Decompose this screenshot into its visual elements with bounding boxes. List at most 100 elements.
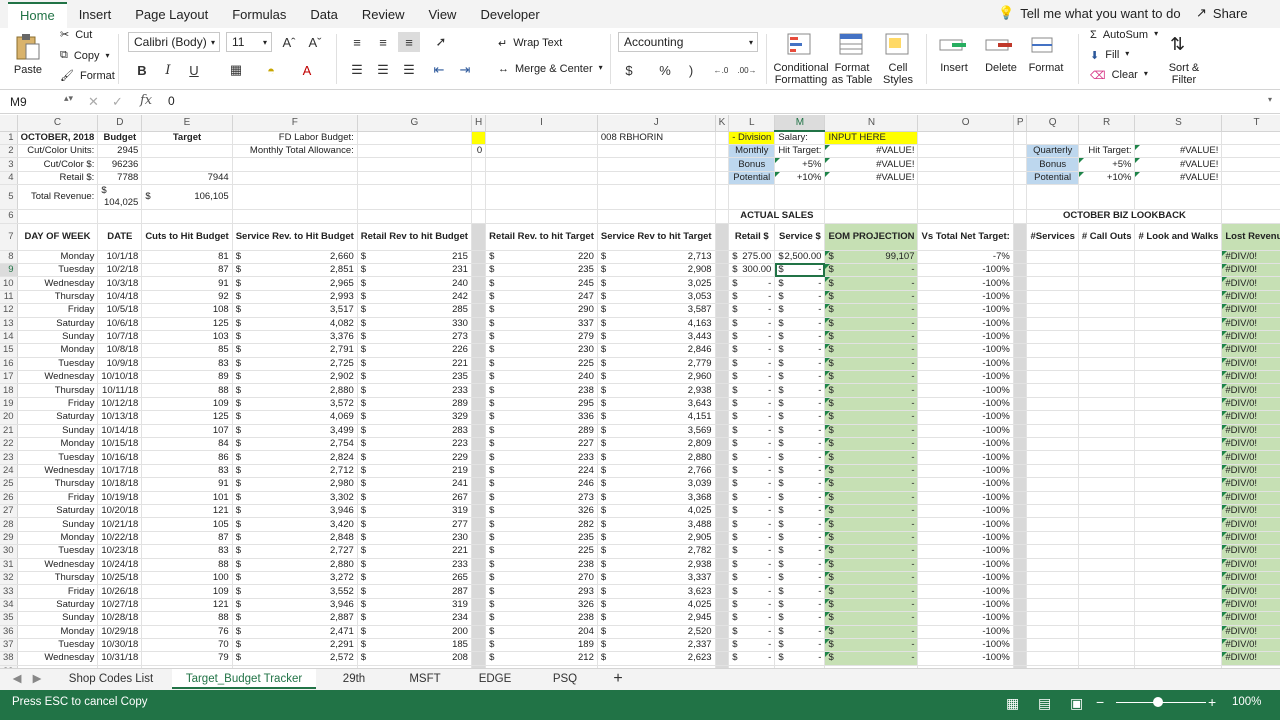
- vs-target-cell[interactable]: -100%: [917, 531, 1014, 546]
- align-top-icon[interactable]: ≡: [346, 32, 368, 52]
- quarterly-bonus-pct[interactable]: +5%: [1078, 157, 1136, 172]
- cuts-cell[interactable]: 83: [141, 544, 233, 559]
- row-header[interactable]: 6: [0, 209, 18, 224]
- tell-me-search[interactable]: 💡 Tell me what you want to do: [998, 5, 1181, 21]
- lost-revenue-cell[interactable]: #DIV/0!: [1221, 303, 1280, 318]
- cell[interactable]: [1078, 263, 1136, 278]
- vs-target-cell[interactable]: -100%: [917, 477, 1014, 492]
- cuts-cell[interactable]: 108: [141, 303, 233, 318]
- retail-budget-cell[interactable]: $229: [357, 450, 472, 465]
- cell[interactable]: [1013, 410, 1028, 425]
- day-cell[interactable]: Wednesday: [17, 558, 99, 572]
- row-header[interactable]: 17: [0, 370, 18, 385]
- row-header[interactable]: 23: [0, 450, 18, 465]
- vs-target-cell[interactable]: -100%: [917, 343, 1014, 358]
- retail-actual-cell[interactable]: $ -: [728, 558, 776, 572]
- retail-target-cell[interactable]: $326: [485, 598, 598, 613]
- day-cell[interactable]: Sunday: [17, 611, 99, 626]
- service-actual-cell[interactable]: $ -: [774, 611, 826, 626]
- cuts-cell[interactable]: 100: [141, 571, 233, 586]
- cell[interactable]: [141, 209, 233, 224]
- retail-actual-cell[interactable]: $ -: [728, 625, 776, 639]
- actual-sales-title[interactable]: ACTUAL SALES: [728, 209, 826, 224]
- fd-labor-budget-label[interactable]: FD Labor Budget:: [232, 131, 358, 145]
- salary-label[interactable]: Salary:: [774, 131, 826, 145]
- cell[interactable]: [471, 517, 487, 532]
- total-revenue-budget[interactable]: $104,025: [97, 184, 143, 211]
- day-cell[interactable]: Wednesday: [17, 370, 99, 385]
- zoom-percentage[interactable]: 100%: [1232, 696, 1261, 708]
- eom-projection-cell[interactable]: $ -: [824, 504, 919, 519]
- cell[interactable]: [141, 144, 233, 159]
- cell[interactable]: [1026, 370, 1079, 385]
- eom-projection-cell[interactable]: $ -: [824, 397, 919, 412]
- service-target-cell[interactable]: $4,151: [597, 410, 716, 425]
- cell[interactable]: [357, 157, 472, 172]
- retail-budget-cell[interactable]: $319: [357, 598, 472, 613]
- retail-actual-cell[interactable]: $ -: [728, 531, 776, 546]
- cell[interactable]: [357, 131, 472, 145]
- cell[interactable]: [1013, 330, 1028, 345]
- col-header-selected[interactable]: M: [774, 115, 826, 132]
- cell[interactable]: [1026, 317, 1079, 331]
- date-cell[interactable]: 10/2/18: [97, 263, 143, 278]
- quarterly-potential-value[interactable]: #VALUE!: [1134, 171, 1223, 186]
- lost-revenue-cell[interactable]: #DIV/0!: [1221, 571, 1280, 586]
- cell[interactable]: [471, 209, 487, 224]
- bonus-pct[interactable]: +5%: [774, 157, 826, 172]
- cell[interactable]: [917, 171, 1014, 186]
- cut-color-units-label[interactable]: Cut/Color Units:: [17, 144, 99, 159]
- cell[interactable]: [1013, 357, 1028, 372]
- select-all-corner[interactable]: [0, 115, 18, 132]
- cell[interactable]: [1026, 464, 1079, 479]
- service-target-cell[interactable]: $2,766: [597, 464, 716, 479]
- vs-target-cell[interactable]: -100%: [917, 303, 1014, 318]
- cell[interactable]: [1013, 504, 1028, 519]
- cell[interactable]: [1078, 290, 1136, 305]
- format-cells-button[interactable]: Format: [1024, 62, 1068, 74]
- cell[interactable]: [1078, 598, 1136, 613]
- call-outs-header[interactable]: # Call Outs: [1078, 223, 1136, 251]
- cell[interactable]: [917, 144, 1014, 159]
- retail-target-cell[interactable]: $224: [485, 464, 598, 479]
- service-budget-cell[interactable]: $3,272: [232, 571, 358, 586]
- cuts-cell[interactable]: 88: [141, 558, 233, 572]
- fill-color-icon[interactable]: ◓: [260, 60, 282, 80]
- lost-revenue-cell[interactable]: #DIV/0!: [1221, 276, 1280, 291]
- service-target-cell[interactable]: $2,623: [597, 651, 716, 666]
- cell[interactable]: [1221, 157, 1280, 172]
- cell[interactable]: [232, 171, 358, 186]
- sort-filter-icon[interactable]: ⇅: [1170, 34, 1185, 55]
- service-budget-cell[interactable]: $3,376: [232, 330, 358, 345]
- row-header[interactable]: 2: [0, 144, 18, 159]
- cell[interactable]: [715, 450, 730, 465]
- retail-target-cell[interactable]: $337: [485, 317, 598, 331]
- insert-cells-button[interactable]: Insert: [934, 62, 974, 74]
- cell[interactable]: [1026, 638, 1079, 653]
- cell[interactable]: [917, 209, 1014, 224]
- vs-target-cell[interactable]: -100%: [917, 383, 1014, 398]
- retail-target-cell[interactable]: $238: [485, 558, 598, 572]
- cell[interactable]: [715, 504, 730, 519]
- cell[interactable]: [917, 157, 1014, 172]
- cell[interactable]: [357, 144, 472, 159]
- cell[interactable]: [1134, 464, 1223, 479]
- name-box-dropdown-icon[interactable]: ▴▾: [64, 93, 73, 104]
- cuts-cell[interactable]: 107: [141, 424, 233, 439]
- shop-code[interactable]: 008 RBHORIN: [597, 131, 716, 145]
- vs-target-cell[interactable]: -100%: [917, 397, 1014, 412]
- cell[interactable]: [485, 184, 598, 211]
- cell[interactable]: [728, 184, 776, 211]
- cell[interactable]: [1078, 450, 1136, 465]
- retail-target[interactable]: 7944: [141, 171, 233, 186]
- row-header[interactable]: 14: [0, 330, 18, 345]
- retail-budget-cell[interactable]: $208: [357, 651, 472, 666]
- cell[interactable]: [485, 157, 598, 172]
- retail-target-cell[interactable]: $326: [485, 504, 598, 519]
- service-budget-cell[interactable]: $2,965: [232, 276, 358, 291]
- row-header[interactable]: 29: [0, 531, 18, 546]
- service-actual-cell[interactable]: $ -: [774, 303, 826, 318]
- col-header[interactable]: O: [917, 115, 1014, 132]
- day-cell[interactable]: Wednesday: [17, 464, 99, 479]
- normal-view-icon[interactable]: ▦: [1006, 695, 1019, 712]
